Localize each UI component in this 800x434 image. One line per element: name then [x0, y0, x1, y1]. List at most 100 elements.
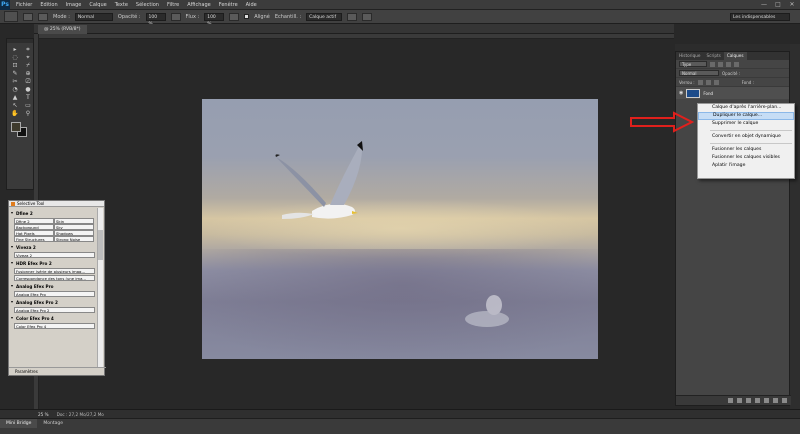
- layer-filter-select[interactable]: Type: [679, 61, 707, 67]
- aligned-checkbox[interactable]: [244, 14, 250, 19]
- viveza-button[interactable]: Viveza 2: [14, 252, 95, 258]
- section-dfine[interactable]: Dfine 2: [11, 210, 98, 217]
- menu-file[interactable]: Fichier: [16, 2, 32, 8]
- brush-tool-icon[interactable]: ⊕: [23, 70, 33, 77]
- sample-select[interactable]: Calque actif: [306, 12, 343, 21]
- fine-structures-button[interactable]: Fine Structures: [14, 236, 54, 242]
- tab-layers[interactable]: Calques: [723, 52, 747, 60]
- menu-merge-layers[interactable]: Fusionner les calques: [698, 146, 794, 154]
- shape-tool-icon[interactable]: ▭: [23, 102, 33, 109]
- selective-tool-scrollbar[interactable]: [97, 208, 103, 368]
- healing-tool-icon[interactable]: ✎: [10, 70, 20, 77]
- eraser-tool-icon[interactable]: ◔: [10, 86, 20, 93]
- section-hdr-efex[interactable]: HDR Efex Pro 2: [11, 260, 98, 267]
- filter-adjust-icon[interactable]: [718, 61, 723, 67]
- stamp-tool-icon[interactable]: ✂: [10, 78, 20, 85]
- zoom-level[interactable]: 25 %: [38, 412, 49, 417]
- menu-delete-layer[interactable]: Supprimer le calque: [698, 120, 794, 128]
- filter-pixel-icon[interactable]: [710, 61, 715, 67]
- lock-all-icon[interactable]: [713, 79, 719, 85]
- section-analog-efex[interactable]: Analog Efex Pro: [11, 283, 98, 290]
- minimize-icon[interactable]: —: [760, 1, 768, 8]
- menu-layer[interactable]: Calque: [89, 2, 106, 8]
- lock-position-icon[interactable]: [705, 79, 711, 85]
- workspace-select[interactable]: Les indispensables: [730, 13, 790, 21]
- marquee-tool-icon[interactable]: ⌗: [23, 46, 33, 53]
- menu-image[interactable]: Image: [66, 2, 82, 8]
- section-analog-efex-2[interactable]: Analog Efex Pro 2: [11, 299, 98, 306]
- scrollbar-thumb[interactable]: [98, 230, 103, 260]
- eyedropper-tool-icon[interactable]: ⌿: [23, 62, 33, 69]
- hdr-merge-button[interactable]: Fusionner (série de plusieurs imag...: [14, 268, 95, 274]
- canvas-photo[interactable]: [202, 99, 598, 359]
- menu-merge-visible[interactable]: Fusionner les calques visibles: [698, 154, 794, 162]
- selective-tool-title[interactable]: Selective Tool: [9, 201, 104, 207]
- layer-thumbnail[interactable]: [686, 88, 701, 98]
- airbrush-button[interactable]: [229, 12, 240, 21]
- filter-shape-icon[interactable]: [734, 61, 739, 67]
- path-select-tool-icon[interactable]: ↖: [10, 102, 20, 109]
- close-icon[interactable]: ✕: [788, 1, 796, 8]
- analog-efex-2-button[interactable]: Analog Efex Pro 2: [14, 307, 95, 313]
- menu-window[interactable]: Fenêtre: [219, 2, 238, 8]
- flux-field[interactable]: 100 %: [204, 12, 225, 27]
- quick-select-tool-icon[interactable]: ⌖: [23, 54, 33, 61]
- mode-select[interactable]: Normal: [74, 12, 113, 21]
- menu-type[interactable]: Texte: [115, 2, 128, 8]
- menu-filter[interactable]: Filtre: [167, 2, 179, 8]
- delete-layer-icon[interactable]: [782, 398, 787, 403]
- crop-tool-icon[interactable]: ⊡: [10, 62, 20, 69]
- visibility-eye-icon[interactable]: ◉: [679, 90, 683, 96]
- menu-duplicate-layer[interactable]: Dupliquer le calque...: [698, 112, 794, 120]
- lock-pixels-icon[interactable]: [697, 79, 703, 85]
- pressure-opacity-button[interactable]: [170, 12, 181, 21]
- ignore-adjustment-button[interactable]: [347, 12, 358, 21]
- layer-row-background[interactable]: ◉ Fond: [676, 87, 789, 99]
- layer-mask-icon[interactable]: [746, 398, 751, 403]
- blend-mode-select[interactable]: Normal: [679, 70, 719, 76]
- analog-efex-button[interactable]: Analog Efex Pro: [14, 291, 95, 297]
- dodge-tool-icon[interactable]: ▲: [10, 94, 20, 101]
- color-efex-button[interactable]: Color Efex Pro 4: [14, 323, 95, 329]
- tab-scripts[interactable]: Scripts: [703, 52, 723, 60]
- menu-select[interactable]: Sélection: [136, 2, 159, 8]
- move-tool-icon[interactable]: ▸: [10, 46, 20, 53]
- layer-style-icon[interactable]: [737, 398, 742, 403]
- hdr-tonemap-button[interactable]: Correspondance des tons (une ima...: [14, 275, 95, 281]
- hand-tool-icon[interactable]: ✋: [10, 110, 20, 117]
- tab-history[interactable]: Historique: [676, 52, 703, 60]
- panel-dock-header[interactable]: [675, 44, 790, 51]
- document-info[interactable]: Doc : 27,2 Mo/27,2 Mo: [57, 412, 104, 417]
- document-tab[interactable]: @ 25% (RVB/8*): [38, 25, 87, 34]
- gradient-tool-icon[interactable]: ●: [23, 86, 33, 93]
- opacity-field[interactable]: 100 %: [145, 12, 166, 27]
- menu-view[interactable]: Affichage: [187, 2, 211, 8]
- new-layer-icon[interactable]: [773, 398, 778, 403]
- menu-layer-from-background[interactable]: Calque d'après l'arrière-plan...: [698, 104, 794, 112]
- tab-timeline[interactable]: Montage: [37, 419, 69, 428]
- tab-mini-bridge[interactable]: Mini Bridge: [0, 419, 38, 428]
- brush-preset-button[interactable]: [23, 12, 33, 21]
- new-group-icon[interactable]: [764, 398, 769, 403]
- strong-noise-button[interactable]: Strong Noise: [54, 236, 94, 242]
- menu-flatten-image[interactable]: Aplatir l'image: [698, 162, 794, 170]
- pressure-size-button[interactable]: [362, 12, 373, 21]
- zoom-tool-icon[interactable]: ⚲: [23, 110, 33, 117]
- section-viveza[interactable]: Viveza 2: [11, 244, 98, 251]
- lasso-tool-icon[interactable]: ◌: [10, 54, 20, 61]
- stamp-tool-preset-icon[interactable]: [4, 11, 18, 22]
- filter-type-icon[interactable]: [726, 61, 731, 67]
- menu-help[interactable]: Aide: [246, 2, 257, 8]
- adjustment-layer-icon[interactable]: [755, 398, 760, 403]
- maximize-icon[interactable]: □: [774, 1, 782, 8]
- menu-edit[interactable]: Edition: [40, 2, 57, 8]
- settings-link[interactable]: Paramètres: [9, 367, 106, 375]
- history-brush-tool-icon[interactable]: ⎚: [23, 78, 33, 85]
- type-tool-icon[interactable]: T: [23, 94, 33, 101]
- link-layers-icon[interactable]: [728, 398, 733, 403]
- foreground-color-swatch[interactable]: [11, 122, 21, 132]
- brush-panel-button[interactable]: [38, 12, 48, 21]
- section-color-efex[interactable]: Color Efex Pro 4: [11, 315, 98, 322]
- menu-convert-smart-object[interactable]: Convertir en objet dynamique: [698, 133, 794, 141]
- layer-name[interactable]: Fond: [703, 91, 713, 96]
